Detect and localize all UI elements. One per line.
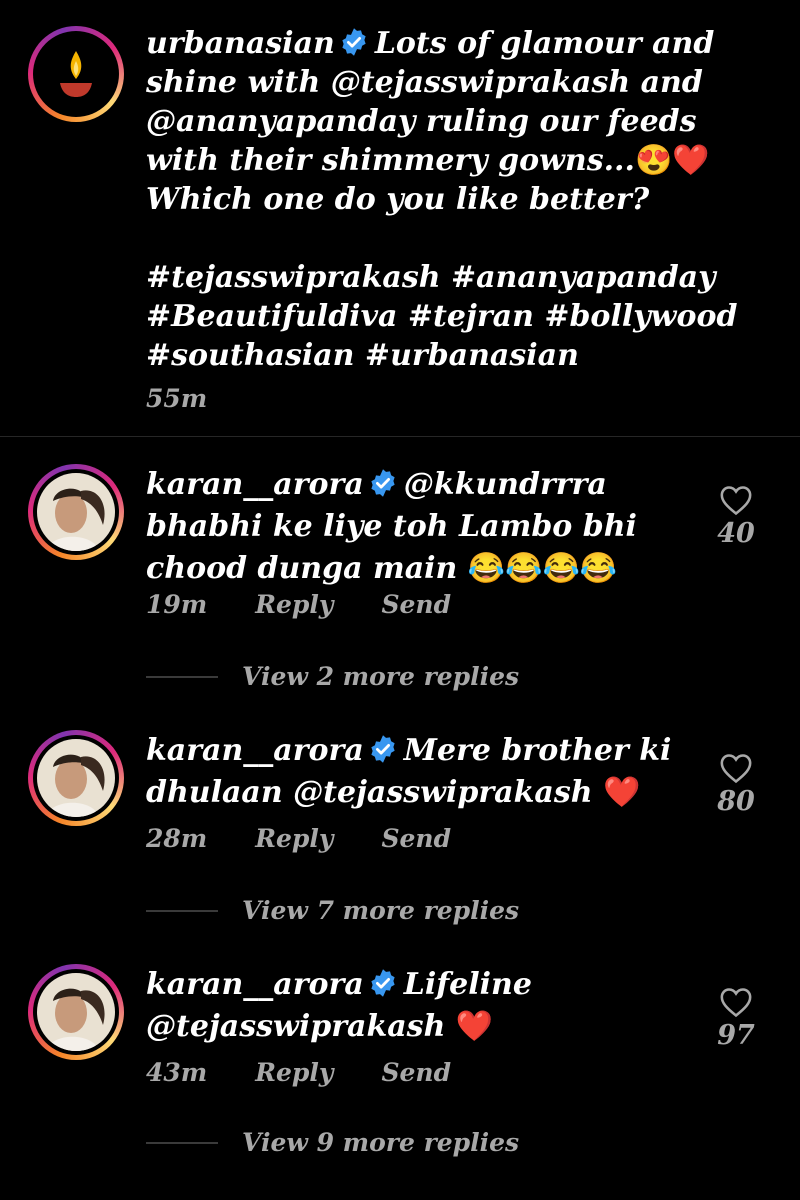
avatar [37, 739, 115, 817]
like-button[interactable]: 40 [706, 484, 766, 549]
heart-icon [720, 486, 752, 516]
view-replies-label: View 7 more replies [242, 896, 520, 925]
like-count: 97 [717, 1020, 755, 1051]
avatar [37, 973, 115, 1051]
comment-username[interactable]: karan__arora [146, 467, 364, 502]
comment-username[interactable]: karan__arora [146, 967, 364, 1002]
comment-avatar[interactable] [28, 730, 124, 826]
like-button[interactable]: 80 [706, 752, 766, 817]
reply-button[interactable]: Reply [255, 824, 333, 853]
view-replies-button[interactable]: View 9 more replies [146, 1128, 519, 1157]
caption-emojis: 😍❤️ [634, 143, 710, 178]
view-replies-button[interactable]: View 7 more replies [146, 896, 519, 925]
verified-badge-icon [371, 735, 395, 763]
avatar [37, 473, 115, 551]
caption-hashtags[interactable]: #tejasswiprakash #ananyapanday #Beautifu… [146, 258, 776, 375]
divider [146, 675, 218, 678]
comment-username[interactable]: karan__arora [146, 733, 364, 768]
view-replies-label: View 9 more replies [242, 1128, 520, 1157]
comment-text: karan__arora Mere brother ki dhulaan @tej… [146, 730, 686, 814]
divider [0, 436, 800, 437]
comment-time: 28m [146, 824, 208, 853]
verified-badge-icon [371, 969, 395, 997]
send-button[interactable]: Send [381, 590, 451, 619]
caption-question: Which one do you like better? [146, 182, 650, 217]
verified-badge-icon [371, 469, 395, 497]
post-time: 55m [146, 384, 208, 413]
comment-meta: 19m Reply Send [146, 590, 499, 619]
divider [146, 1141, 218, 1144]
comment-avatar[interactable] [28, 464, 124, 560]
like-button[interactable]: 97 [706, 986, 766, 1051]
send-button[interactable]: Send [381, 824, 451, 853]
like-count: 80 [717, 786, 755, 817]
post-avatar[interactable] [28, 26, 124, 122]
comment-time: 19m [146, 590, 208, 619]
diya-lamp-icon [37, 35, 115, 113]
comment-avatar[interactable] [28, 964, 124, 1060]
comment-emojis: ❤️ [602, 775, 641, 810]
verified-badge-icon [342, 28, 366, 56]
comment-text: karan__arora Lifeline @tejasswiprakash ❤️ [146, 964, 686, 1048]
comment-meta: 28m Reply Send [146, 824, 499, 853]
reply-button[interactable]: Reply [255, 590, 333, 619]
comment-emojis: 😂😂😂😂 [467, 551, 618, 586]
heart-icon [720, 754, 752, 784]
comment-emojis: ❤️ [455, 1009, 494, 1044]
view-replies-label: View 2 more replies [242, 662, 520, 691]
comment-time: 43m [146, 1058, 208, 1087]
view-replies-button[interactable]: View 2 more replies [146, 662, 519, 691]
comment-text: karan__arora @kkundrrra bhabhi ke liye to… [146, 464, 686, 590]
reply-button[interactable]: Reply [255, 1058, 333, 1087]
comment-meta: 43m Reply Send [146, 1058, 499, 1087]
post-caption: urbanasian Lots of glamour and shine with… [146, 24, 776, 418]
send-button[interactable]: Send [381, 1058, 451, 1087]
post-username[interactable]: urbanasian [146, 26, 335, 61]
divider [146, 909, 218, 912]
like-count: 40 [717, 518, 755, 549]
heart-icon [720, 988, 752, 1018]
